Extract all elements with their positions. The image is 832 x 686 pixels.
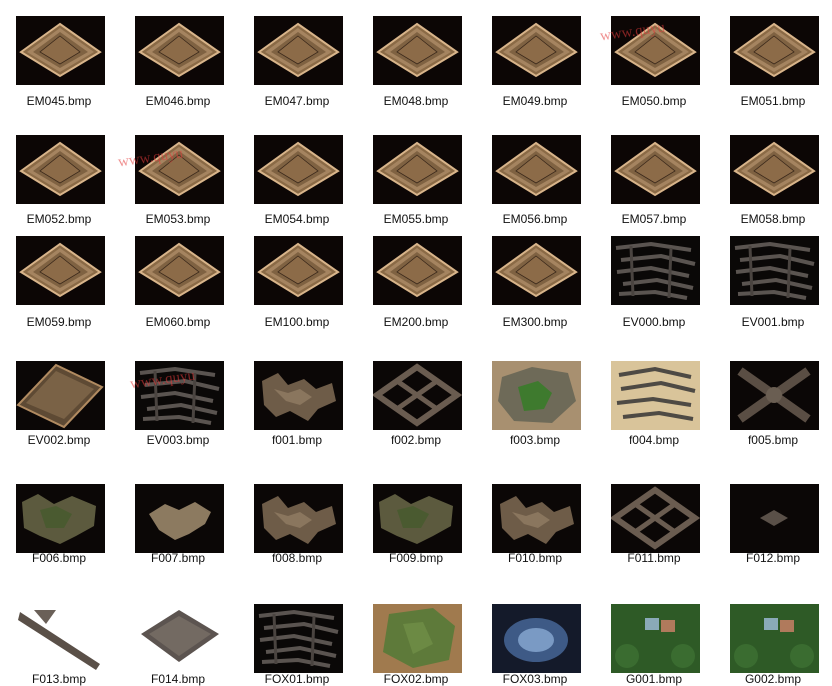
file-thumbnail[interactable] (254, 135, 343, 204)
file-thumbnail[interactable] (373, 16, 462, 85)
file-thumbnail[interactable] (492, 16, 581, 85)
file-name-label[interactable]: EM058.bmp (712, 212, 832, 226)
file-name-label[interactable]: EM048.bmp (355, 94, 477, 108)
file-thumbnail[interactable] (254, 361, 343, 430)
file-thumbnail[interactable] (254, 604, 343, 673)
file-name-label[interactable]: f005.bmp (712, 433, 832, 447)
file-name-label[interactable]: EM045.bmp (0, 94, 120, 108)
file-thumbnail[interactable] (135, 484, 224, 553)
file-thumbnail[interactable] (611, 484, 700, 553)
file-name-label[interactable]: EM052.bmp (0, 212, 120, 226)
file-thumbnail[interactable] (730, 361, 819, 430)
file-name-label[interactable]: EM055.bmp (355, 212, 477, 226)
file-thumbnail[interactable] (611, 236, 700, 305)
file-thumbnail[interactable] (730, 135, 819, 204)
file-thumbnail[interactable] (16, 604, 105, 673)
file-name-label[interactable]: EM300.bmp (474, 315, 596, 329)
file-name-label[interactable]: f008.bmp (236, 551, 358, 565)
file-thumbnail[interactable] (492, 135, 581, 204)
file-thumbnail[interactable] (254, 236, 343, 305)
file-thumbnail[interactable] (16, 16, 105, 85)
file-thumbnail[interactable] (373, 361, 462, 430)
file-thumbnail[interactable] (16, 484, 105, 553)
file-thumbnail[interactable] (135, 604, 224, 673)
file-thumbnail[interactable] (16, 361, 105, 430)
file-name-label[interactable]: f001.bmp (236, 433, 358, 447)
file-thumbnail[interactable] (254, 16, 343, 85)
file-name-label[interactable]: EV001.bmp (712, 315, 832, 329)
file-name-label[interactable]: EM046.bmp (117, 94, 239, 108)
file-thumbnail[interactable] (611, 135, 700, 204)
file-name-label[interactable]: EM100.bmp (236, 315, 358, 329)
file-name-label[interactable]: EM057.bmp (593, 212, 715, 226)
file-name-label[interactable]: F011.bmp (593, 551, 715, 565)
file-thumbnail[interactable] (373, 484, 462, 553)
file-name-label[interactable]: EM054.bmp (236, 212, 358, 226)
file-name-label[interactable]: EM049.bmp (474, 94, 596, 108)
file-thumbnail[interactable] (492, 484, 581, 553)
file-name-label[interactable]: EM050.bmp (593, 94, 715, 108)
file-thumbnail[interactable] (492, 361, 581, 430)
file-name-label[interactable]: EM059.bmp (0, 315, 120, 329)
file-name-label[interactable]: f004.bmp (593, 433, 715, 447)
file-thumbnail[interactable] (135, 16, 224, 85)
file-name-label[interactable]: F010.bmp (474, 551, 596, 565)
file-name-label[interactable]: EV003.bmp (117, 433, 239, 447)
file-name-label[interactable]: EM053.bmp (117, 212, 239, 226)
file-thumbnail[interactable] (492, 604, 581, 673)
file-name-label[interactable]: F012.bmp (712, 551, 832, 565)
file-thumbnail[interactable] (16, 236, 105, 305)
file-name-label[interactable]: F006.bmp (0, 551, 120, 565)
file-thumbnail[interactable] (730, 604, 819, 673)
file-thumbnail[interactable] (730, 236, 819, 305)
file-name-label[interactable]: f002.bmp (355, 433, 477, 447)
file-name-label[interactable]: EM056.bmp (474, 212, 596, 226)
file-thumbnail[interactable] (730, 484, 819, 553)
file-name-label[interactable]: EM051.bmp (712, 94, 832, 108)
file-thumbnail[interactable] (135, 236, 224, 305)
file-thumbnail[interactable] (373, 604, 462, 673)
file-thumbnail[interactable] (16, 135, 105, 204)
file-name-label[interactable]: F007.bmp (117, 551, 239, 565)
file-thumbnail[interactable] (492, 236, 581, 305)
file-thumbnail[interactable] (373, 236, 462, 305)
file-name-label[interactable]: EV000.bmp (593, 315, 715, 329)
file-thumbnail[interactable] (611, 604, 700, 673)
file-name-label[interactable]: f003.bmp (474, 433, 596, 447)
file-name-label[interactable]: EM060.bmp (117, 315, 239, 329)
file-thumbnail[interactable] (254, 484, 343, 553)
file-name-label[interactable]: EM047.bmp (236, 94, 358, 108)
file-name-label[interactable]: EV002.bmp (0, 433, 120, 447)
file-name-label[interactable]: F009.bmp (355, 551, 477, 565)
file-thumbnail[interactable] (373, 135, 462, 204)
file-thumbnail[interactable] (730, 16, 819, 85)
file-name-label[interactable]: EM200.bmp (355, 315, 477, 329)
file-thumbnail[interactable] (611, 361, 700, 430)
